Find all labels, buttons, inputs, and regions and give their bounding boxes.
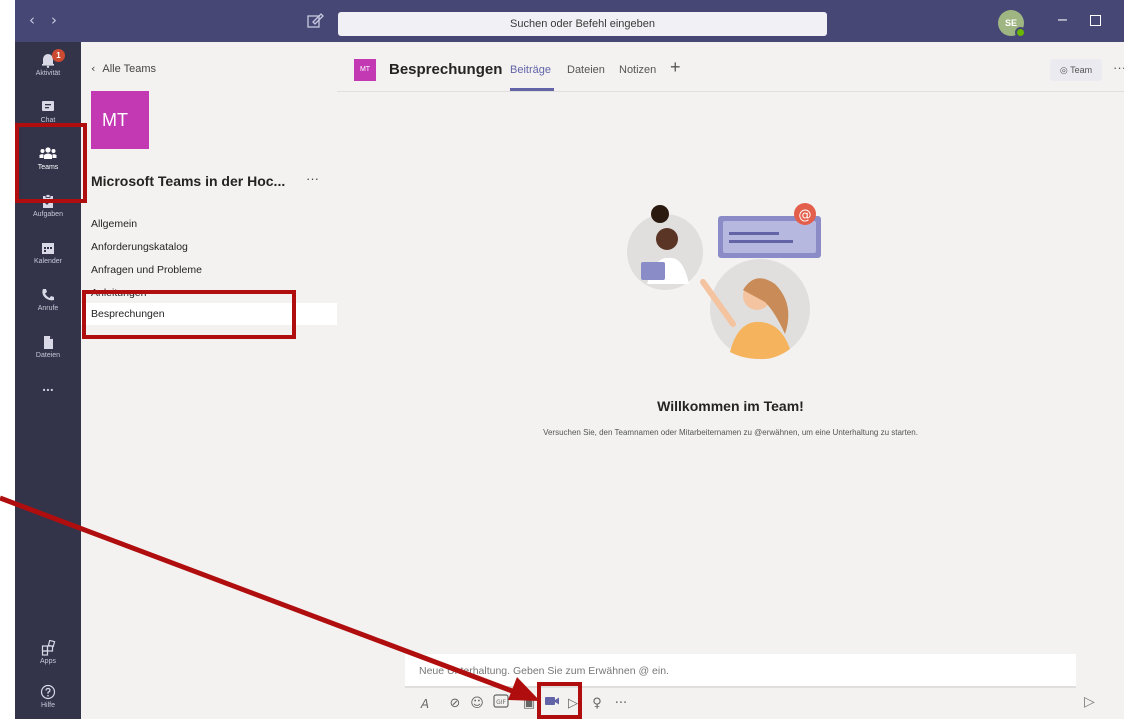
team-more-button[interactable]: ···	[306, 171, 319, 186]
more-options-button[interactable]: ···	[1113, 60, 1124, 75]
format-icon[interactable]: A	[416, 694, 434, 714]
rail-label: Anrufe	[37, 305, 59, 312]
welcome-title: Willkommen im Team!	[657, 398, 804, 414]
welcome-text: Versuchen Sie, den Teamnamen oder Mitarb…	[543, 428, 918, 437]
teams-window: ‹ › Suchen oder Befehl eingeben SE – × 1…	[0, 0, 1124, 719]
channel-view: MT Besprechungen Beiträge Dateien Notize…	[337, 42, 1124, 719]
rail-item-activity[interactable]: 1 Aktivität	[15, 46, 81, 92]
title-bar: ‹ › Suchen oder Befehl eingeben SE – ×	[15, 0, 1124, 42]
more-apps-button[interactable]: ...	[15, 378, 81, 398]
channel-anfragen-und-probleme[interactable]: Anfragen und Probleme	[81, 259, 337, 281]
rail-label: Kalender	[33, 258, 63, 265]
welcome-illustration: @	[627, 203, 821, 360]
team-avatar: MT	[91, 91, 149, 149]
notification-badge: 1	[52, 49, 65, 62]
chevron-left-icon[interactable]: ‹	[29, 11, 35, 29]
rail-item-calendar[interactable]: Kalender	[15, 234, 81, 280]
channel-title: Besprechungen	[389, 61, 503, 78]
file-icon	[44, 336, 53, 349]
rail-label: Aktivität	[35, 70, 61, 77]
team-panel: ‹ Alle Teams MT Microsoft Teams in der H…	[81, 42, 337, 719]
chat-icon	[42, 101, 54, 111]
send-icon[interactable]: ▷	[1084, 694, 1104, 714]
user-avatar[interactable]: SE	[998, 10, 1026, 38]
presence-status-icon	[1015, 27, 1026, 38]
rail-item-help[interactable]: Hilfe	[15, 678, 81, 719]
sticker-icon[interactable]: ▣	[520, 694, 538, 714]
rail-label: Apps	[40, 658, 56, 665]
svg-text:@: @	[799, 208, 812, 223]
compose-message-input[interactable]: Neue Unterhaltung. Geben Sie zum Erwähne…	[405, 654, 1076, 688]
chevron-left-icon: ‹	[91, 62, 103, 75]
annotation-box-channel	[82, 290, 296, 339]
maximize-button[interactable]	[1090, 15, 1101, 26]
team-button[interactable]: ◎ Team	[1050, 59, 1102, 81]
praise-icon[interactable]: ♀	[588, 694, 606, 714]
compose-icon[interactable]	[306, 12, 324, 30]
all-teams-label: Alle Teams	[102, 63, 157, 75]
minimize-button[interactable]: –	[1058, 11, 1067, 29]
rail-label: Hilfe	[40, 702, 55, 709]
chevron-right-icon[interactable]: ›	[51, 11, 57, 29]
calendar-icon	[42, 243, 54, 254]
rail-item-files[interactable]: Dateien	[15, 328, 81, 374]
tab-beitraege[interactable]: Beiträge	[510, 64, 551, 76]
more-icon[interactable]: ···	[612, 694, 630, 714]
help-icon	[40, 684, 56, 700]
compose-toolbar: A ⊘ ☺ GIF ▣ ▷ ♀ ···	[416, 694, 1096, 716]
rail-label: Dateien	[35, 352, 61, 359]
channel-header: MT Besprechungen Beiträge Dateien Notize…	[337, 42, 1124, 92]
annotation-box-teams	[15, 123, 87, 203]
all-teams-link[interactable]: ‹ Alle Teams	[91, 62, 156, 75]
add-tab-button[interactable]: +	[670, 57, 681, 78]
gif-icon[interactable]: GIF	[492, 694, 510, 714]
attach-icon[interactable]: ⊘	[446, 694, 464, 714]
rail-item-calls[interactable]: Anrufe	[15, 281, 81, 327]
team-button-label: Team	[1070, 65, 1093, 75]
rail-label: Aufgaben	[33, 211, 63, 218]
tab-dateien[interactable]: Dateien	[567, 64, 605, 76]
eye-icon: ◎	[1059, 65, 1071, 75]
channel-avatar: MT	[354, 59, 376, 81]
tab-notizen[interactable]: Notizen	[619, 64, 656, 76]
svg-text:GIF: GIF	[496, 699, 506, 706]
team-name[interactable]: Microsoft Teams in der Hoc...	[91, 173, 285, 189]
emoji-icon[interactable]: ☺	[468, 694, 486, 714]
channel-allgemein[interactable]: Allgemein	[81, 213, 337, 235]
channel-anforderungskatalog[interactable]: Anforderungskatalog	[81, 236, 337, 258]
active-tab-indicator	[510, 88, 554, 91]
apps-icon	[41, 640, 56, 656]
search-input[interactable]: Suchen oder Befehl eingeben	[338, 12, 827, 36]
avatar-initials: SE	[1004, 18, 1017, 28]
rail-item-apps[interactable]: Apps	[15, 634, 81, 680]
annotation-box-meet-now	[537, 682, 582, 719]
phone-icon	[42, 289, 54, 301]
